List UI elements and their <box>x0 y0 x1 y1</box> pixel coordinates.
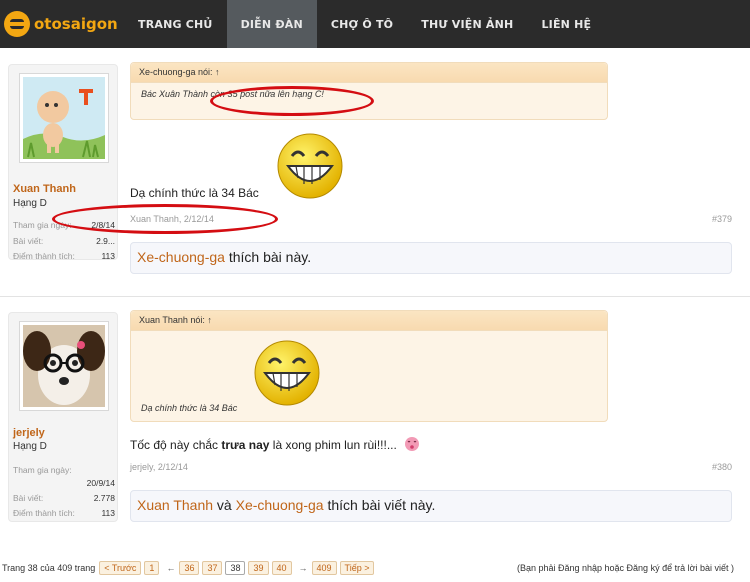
post-content: Xuan Thanh nói: ↑ Dạ chính thức là 34 Bá… <box>130 304 732 528</box>
page-link-first[interactable]: 1 <box>144 561 160 575</box>
page-link[interactable]: 40 <box>271 561 292 575</box>
liker-link[interactable]: Xe-chuong-ga <box>236 497 324 513</box>
likes-summary: Xuan Thanh và Xe-chuong-ga thích bài viế… <box>130 490 732 522</box>
quote-author[interactable]: Xuan Thanh nói: ↑ <box>131 311 607 331</box>
arrow-left-icon: ← <box>166 563 176 573</box>
next-page-button[interactable]: Tiếp > <box>339 561 375 575</box>
prev-page-button[interactable]: < Trước <box>99 561 142 575</box>
quote-author[interactable]: Xe-chuong-ga nói: ↑ <box>131 63 607 83</box>
post-meta[interactable]: jerjely, 2/12/14 <box>130 462 188 472</box>
post-permalink[interactable]: #379 <box>712 214 732 224</box>
user-rank: Hạng D <box>13 441 47 452</box>
grin-emoji-icon <box>254 340 320 406</box>
stat-post-count: Bài viết: 2.9... <box>13 236 115 246</box>
user-info-box: jerjely Hạng D Tham gia ngày: 20/9/14 Bà… <box>8 312 118 522</box>
stat-join-date: Tham gia ngày: <box>13 465 72 475</box>
likes-summary: Xe-chuong-ga thích bài này. <box>130 242 732 274</box>
page-link-current[interactable]: 38 <box>225 561 246 575</box>
nav-contact[interactable]: LIÊN HỆ <box>527 0 605 48</box>
page-link[interactable]: 36 <box>179 561 200 575</box>
quote-text: Dạ chính thức là 34 Bác <box>141 403 238 413</box>
page-link-last[interactable]: 409 <box>311 561 337 575</box>
kiss-emoji-icon <box>405 437 420 451</box>
quote-block: Xe-chuong-ga nói: ↑ Bác Xuân Thành còn 3… <box>130 62 608 120</box>
pagination-bar: Trang 38 của 409 trang < Trước 1 ← 36 37… <box>0 556 750 580</box>
nav-car-market[interactable]: CHỢ Ô TÔ <box>317 0 407 48</box>
annotation-ellipse <box>210 86 374 116</box>
login-note[interactable]: (Bạn phải Đăng nhập hoặc Đăng ký để trả … <box>517 563 734 573</box>
avatar[interactable] <box>19 73 109 163</box>
quote-block: Xuan Thanh nói: ↑ Dạ chính thức là 34 Bá… <box>130 310 608 422</box>
grin-emoji-icon <box>277 133 343 199</box>
nav-home[interactable]: TRANG CHỦ <box>124 0 227 48</box>
page-summary: Trang 38 của 409 trang <box>2 563 96 573</box>
stat-achievement-points: Điểm thành tích: 113 <box>13 508 115 518</box>
avatar-cartoon-image <box>23 77 105 159</box>
post-message: Dạ chính thức là 34 Bác <box>130 186 259 200</box>
top-navbar: otosaigon TRANG CHỦ DIỄN ĐÀN CHỢ Ô TÔ TH… <box>0 0 750 48</box>
arrow-right-icon: → <box>298 563 308 573</box>
username[interactable]: jerjely <box>13 427 45 439</box>
stat-achievement-points: Điểm thành tích: 113 <box>13 251 115 261</box>
post-message: Tốc độ này chắc trưa nay là xong phim lu… <box>130 436 420 452</box>
liker-link[interactable]: Xe-chuong-ga <box>137 249 225 265</box>
post-content: Xe-chuong-ga nói: ↑ Bác Xuân Thành còn 3… <box>130 56 732 288</box>
avatar-dog-image <box>23 325 105 407</box>
logo-icon <box>4 11 30 37</box>
nav-forum[interactable]: DIỄN ĐÀN <box>226 0 317 48</box>
stat-post-count: Bài viết: 2.778 <box>13 493 115 503</box>
annotation-ellipse <box>52 204 278 234</box>
post-380: jerjely Hạng D Tham gia ngày: 20/9/14 Bà… <box>0 304 750 528</box>
post-permalink[interactable]: #380 <box>712 462 732 472</box>
avatar[interactable] <box>19 321 109 411</box>
liker-link[interactable]: Xuan Thanh <box>137 497 213 513</box>
page-link[interactable]: 37 <box>202 561 223 575</box>
site-logo[interactable]: otosaigon <box>0 0 124 48</box>
logo-text: otosaigon <box>34 15 118 33</box>
nav-photo-library[interactable]: THƯ VIỆN ẢNH <box>407 0 527 48</box>
username[interactable]: Xuan Thanh <box>13 183 76 195</box>
page-link[interactable]: 39 <box>248 561 269 575</box>
user-rank: Hạng D <box>13 198 47 209</box>
post-379: Xuan Thanh Hạng D Tham gia ngày: 2/8/14 B… <box>0 56 750 288</box>
post-divider <box>0 296 750 297</box>
